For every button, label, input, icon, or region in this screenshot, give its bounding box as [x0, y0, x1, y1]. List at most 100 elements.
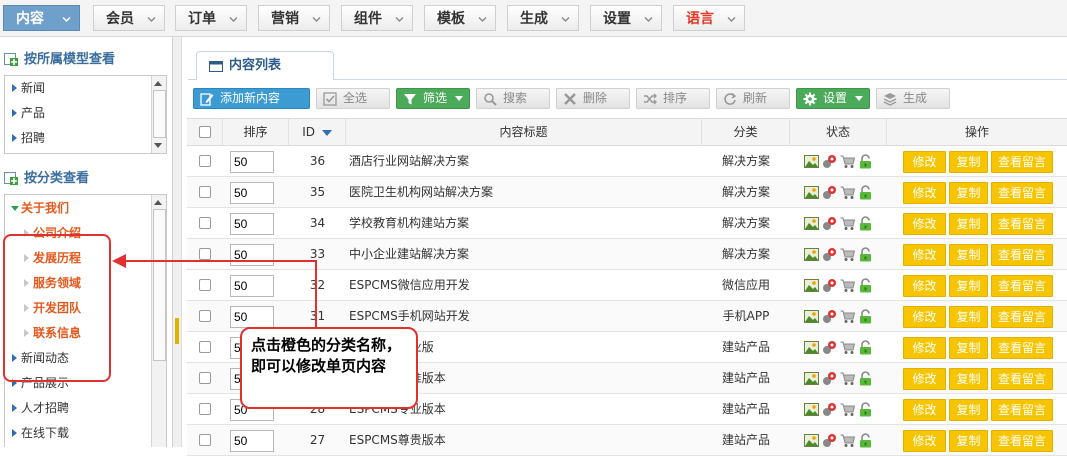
toolbar-button-search[interactable]: 搜索	[476, 88, 550, 109]
cart-icon[interactable]	[840, 371, 855, 386]
image-icon[interactable]	[804, 371, 819, 386]
row-checkbox[interactable]	[199, 403, 211, 415]
cart-icon[interactable]	[840, 247, 855, 262]
sort-order-input[interactable]	[230, 151, 274, 173]
row-title[interactable]: 酒店行业网站解决方案	[349, 146, 699, 176]
nav-tab-3[interactable]: 营销	[258, 5, 330, 31]
cart-icon[interactable]	[840, 185, 855, 200]
model-item[interactable]: 招聘	[9, 128, 45, 148]
sort-order-input[interactable]	[230, 244, 274, 266]
attribute-icon[interactable]	[822, 216, 837, 231]
edit-button[interactable]: 修改	[903, 182, 946, 204]
toolbar-button-edit[interactable]: 添加新内容	[193, 88, 310, 109]
toolbar-button-layers[interactable]: 生成	[876, 88, 950, 109]
unlock-icon[interactable]	[858, 340, 873, 355]
sort-order-input[interactable]	[230, 430, 274, 452]
copy-button[interactable]: 复制	[949, 275, 988, 297]
image-icon[interactable]	[804, 340, 819, 355]
view-comments-button[interactable]: 查看留言	[991, 368, 1053, 390]
view-comments-button[interactable]: 查看留言	[991, 244, 1053, 266]
unlock-icon[interactable]	[858, 278, 873, 293]
sort-order-input[interactable]	[230, 275, 274, 297]
unlock-icon[interactable]	[858, 247, 873, 262]
unlock-icon[interactable]	[858, 402, 873, 417]
nav-tab-2[interactable]: 订单	[175, 5, 247, 31]
copy-button[interactable]: 复制	[949, 151, 988, 173]
toolbar-button-check[interactable]: 全选	[316, 88, 390, 109]
row-checkbox[interactable]	[199, 186, 211, 198]
scroll-down-icon[interactable]	[154, 143, 162, 148]
chevron-down-icon[interactable]	[561, 15, 570, 24]
model-section-header[interactable]: 按所属模型查看	[4, 50, 115, 70]
edit-button[interactable]: 修改	[903, 213, 946, 235]
row-checkbox[interactable]	[199, 155, 211, 167]
edit-button[interactable]: 修改	[903, 244, 946, 266]
image-icon[interactable]	[804, 247, 819, 262]
edit-button[interactable]: 修改	[903, 399, 946, 421]
attribute-icon[interactable]	[822, 402, 837, 417]
row-title[interactable]: ESPCMS尊贵版本	[349, 425, 699, 455]
attribute-icon[interactable]	[822, 340, 837, 355]
unlock-icon[interactable]	[858, 216, 873, 231]
attribute-icon[interactable]	[822, 185, 837, 200]
image-icon[interactable]	[804, 154, 819, 169]
nav-tab-4[interactable]: 组件	[341, 5, 413, 31]
chevron-down-icon[interactable]	[229, 15, 238, 24]
collapse-handle[interactable]	[175, 318, 179, 344]
unlock-icon[interactable]	[858, 185, 873, 200]
scroll-thumb[interactable]	[153, 209, 166, 361]
view-comments-button[interactable]: 查看留言	[991, 213, 1053, 235]
model-list-scrollbar[interactable]	[151, 76, 166, 153]
category-list-scrollbar[interactable]	[151, 195, 166, 447]
cart-icon[interactable]	[840, 154, 855, 169]
cart-icon[interactable]	[840, 340, 855, 355]
edit-button[interactable]: 修改	[903, 275, 946, 297]
row-title[interactable]: 学校教育机构建站方案	[349, 208, 699, 238]
row-checkbox[interactable]	[199, 217, 211, 229]
unlock-icon[interactable]	[858, 371, 873, 386]
row-checkbox[interactable]	[199, 372, 211, 384]
chevron-down-icon[interactable]	[395, 15, 404, 24]
chevron-down-icon[interactable]	[644, 15, 653, 24]
tab-content-list[interactable]: 内容列表	[196, 51, 334, 80]
copy-button[interactable]: 复制	[949, 213, 988, 235]
image-icon[interactable]	[804, 309, 819, 324]
nav-tab-1[interactable]: 会员	[93, 5, 165, 31]
image-icon[interactable]	[804, 278, 819, 293]
row-checkbox[interactable]	[199, 248, 211, 260]
row-title[interactable]: 中小企业建站解决方案	[349, 239, 699, 269]
chevron-down-icon[interactable]	[478, 15, 487, 24]
image-icon[interactable]	[804, 402, 819, 417]
copy-button[interactable]: 复制	[949, 430, 988, 452]
row-title[interactable]: 医院卫生机构网站解决方案	[349, 177, 699, 207]
row-checkbox[interactable]	[199, 341, 211, 353]
copy-button[interactable]: 复制	[949, 244, 988, 266]
row-title[interactable]: ESPCMS微信应用开发	[349, 270, 699, 300]
unlock-icon[interactable]	[858, 154, 873, 169]
image-icon[interactable]	[804, 216, 819, 231]
view-comments-button[interactable]: 查看留言	[991, 182, 1053, 204]
attribute-icon[interactable]	[822, 433, 837, 448]
cart-icon[interactable]	[840, 278, 855, 293]
toolbar-button-filter[interactable]: 筛选	[396, 88, 470, 109]
category-item[interactable]: 人才招聘	[9, 398, 69, 418]
view-comments-button[interactable]: 查看留言	[991, 337, 1053, 359]
image-icon[interactable]	[804, 433, 819, 448]
nav-tab-6[interactable]: 生成	[507, 5, 579, 31]
scroll-up-icon[interactable]	[154, 81, 162, 86]
chevron-down-icon[interactable]	[312, 15, 321, 24]
unlock-icon[interactable]	[858, 433, 873, 448]
nav-tab-8[interactable]: 语言	[673, 5, 745, 31]
attribute-icon[interactable]	[822, 309, 837, 324]
header-sort[interactable]: 排序	[223, 119, 289, 145]
chevron-down-icon[interactable]	[62, 15, 71, 24]
edit-button[interactable]: 修改	[903, 306, 946, 328]
edit-button[interactable]: 修改	[903, 337, 946, 359]
image-icon[interactable]	[804, 185, 819, 200]
toolbar-button-refresh[interactable]: 刷新	[716, 88, 790, 109]
edit-button[interactable]: 修改	[903, 430, 946, 452]
cart-icon[interactable]	[840, 433, 855, 448]
view-comments-button[interactable]: 查看留言	[991, 306, 1053, 328]
chevron-down-icon[interactable]	[147, 15, 156, 24]
sort-order-input[interactable]	[230, 182, 274, 204]
